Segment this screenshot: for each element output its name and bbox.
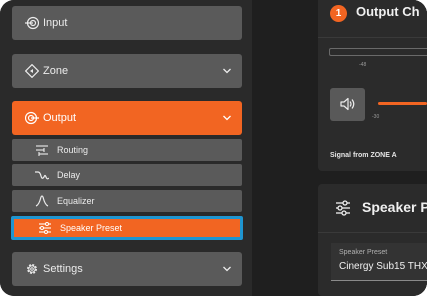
output-channel-card	[318, 0, 427, 171]
volume-slider[interactable]	[378, 102, 427, 105]
sidebar-subitem-label: Speaker Preset	[60, 223, 123, 233]
level-meter	[329, 48, 427, 56]
speaker-volume-icon	[340, 97, 355, 111]
divider	[318, 37, 427, 38]
routing-icon	[36, 145, 48, 156]
sidebar-item-label: Input	[43, 17, 68, 29]
sidebar: Input Zone Output Routing Delay Equalize…	[0, 0, 252, 296]
output-target-icon	[25, 111, 39, 125]
delay-wave-icon	[35, 171, 49, 180]
equalizer-curve-icon	[35, 195, 49, 207]
speaker-preset-field-label: Speaker Preset	[339, 249, 388, 256]
zone-diamond-icon	[25, 64, 39, 78]
sidebar-item-label: Output	[43, 112, 77, 124]
sidebar-subitem-label: Routing	[57, 145, 89, 155]
signal-source-label: Signal from ZONE A	[330, 152, 397, 159]
app-window: Input Zone Output Routing Delay Equalize…	[0, 0, 427, 296]
chevron-down-icon	[223, 266, 231, 272]
sidebar-item-label: Zone	[43, 65, 69, 77]
speaker-preset-select[interactable]: Speaker Preset Cinergy Sub15 THX	[331, 243, 427, 281]
sidebar-subitem-equalizer[interactable]: Equalizer	[12, 190, 242, 212]
chevron-down-icon	[223, 68, 231, 74]
main-panel: 1 Output Ch -48 -30 Signal from ZONE A S…	[252, 0, 427, 296]
step-badge: 1	[330, 5, 347, 22]
sidebar-subitem-speaker-preset[interactable]: Speaker Preset	[11, 216, 243, 240]
sidebar-item-input[interactable]: Input	[12, 6, 242, 40]
input-target-icon	[25, 16, 39, 30]
speaker-preset-value: Cinergy Sub15 THX	[339, 261, 427, 272]
sidebar-subitem-label: Delay	[57, 170, 81, 180]
sidebar-item-output[interactable]: Output	[12, 101, 242, 135]
sidebar-subitem-routing[interactable]: Routing	[12, 139, 242, 161]
sidebar-item-label: Settings	[43, 263, 83, 275]
sliders-icon	[336, 200, 350, 216]
sidebar-subitem-delay[interactable]: Delay	[12, 164, 242, 186]
sidebar-subitem-label: Equalizer	[57, 196, 95, 206]
speaker-card-title: Speaker Pr	[362, 199, 427, 215]
gear-icon	[26, 263, 38, 275]
sidebar-item-settings[interactable]: Settings	[12, 252, 242, 286]
volume-tick-label: -30	[372, 114, 380, 120]
divider	[318, 232, 427, 233]
output-card-title: Output Ch	[356, 4, 420, 19]
mute-button[interactable]	[330, 88, 365, 121]
chevron-down-icon	[223, 115, 231, 121]
sidebar-item-zone[interactable]: Zone	[12, 54, 242, 88]
meter-tick-label: -48	[359, 62, 367, 68]
sliders-icon	[39, 222, 51, 234]
